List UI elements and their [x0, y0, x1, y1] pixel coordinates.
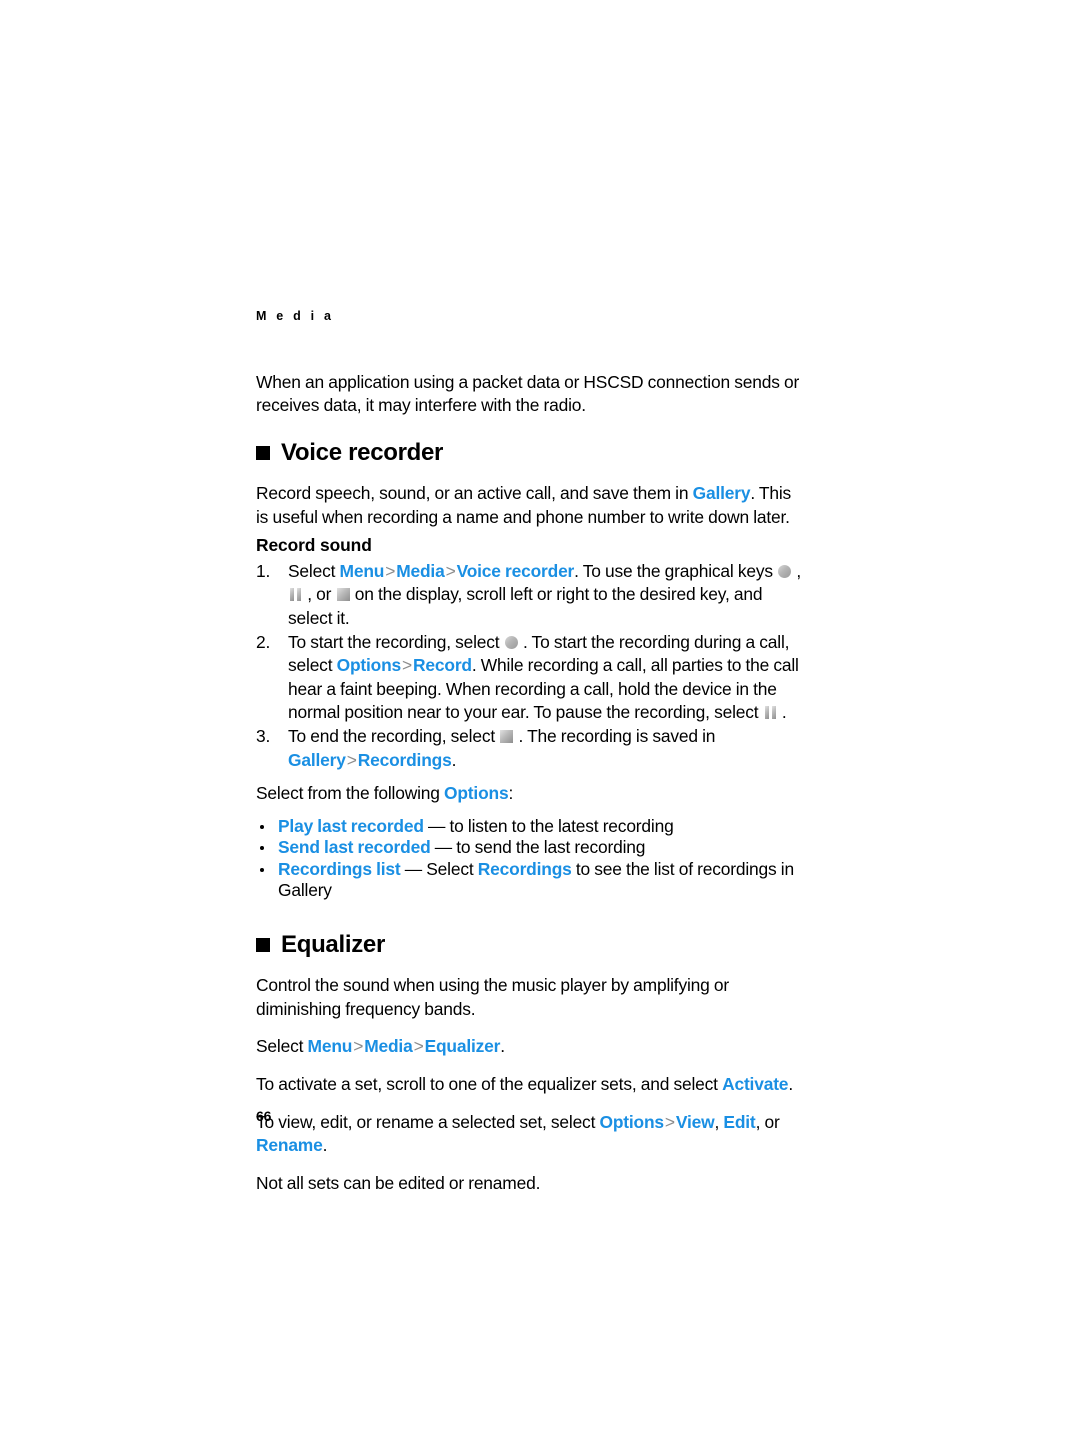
path-separator: > — [664, 1111, 675, 1132]
em-dash: — — [404, 858, 427, 879]
step-item: 1. Select Menu>Media>Voice recorder. To u… — [256, 560, 802, 631]
section-heading-equalizer: Equalizer — [256, 930, 802, 958]
text-fragment: Select from the following — [256, 783, 445, 804]
path-separator: > — [445, 560, 456, 581]
pause-icon — [764, 706, 777, 720]
list-item: Send last recorded — to send the last re… — [256, 837, 802, 859]
record-sound-steps: 1. Select Menu>Media>Voice recorder. To u… — [256, 560, 802, 772]
step-number: 3. — [256, 726, 271, 747]
text-fragment: Select — [426, 858, 478, 879]
option-label-play-last-recorded[interactable]: Play last recorded — [278, 816, 424, 836]
step-item: 3. To end the recording, select . The rec… — [256, 725, 802, 772]
text-fragment: , — [792, 560, 802, 581]
text-fragment: To end the recording, select — [288, 726, 500, 747]
text-fragment: To view, edit, or rename a selected set,… — [256, 1111, 600, 1132]
text-fragment: Select — [288, 560, 340, 581]
pause-icon — [289, 588, 302, 602]
list-item: Play last recorded — to listen to the la… — [256, 816, 802, 838]
text-fragment: To activate a set, scroll to one of the … — [256, 1073, 723, 1094]
equalizer-note: Not all sets can be edited or renamed. — [256, 1172, 541, 1193]
em-dash: — — [430, 837, 457, 858]
text-fragment: . — [777, 702, 787, 723]
text-fragment: . — [788, 1073, 793, 1094]
link-options[interactable]: Options — [337, 655, 402, 675]
option-label-send-last-recorded[interactable]: Send last recorded — [278, 837, 431, 857]
link-recordings[interactable]: Recordings — [358, 750, 452, 770]
record-icon — [504, 635, 518, 649]
section-title: Equalizer — [281, 930, 385, 958]
equalizer-select-path: Select Menu>Media>Equalizer. — [256, 1035, 802, 1059]
text-fragment: Select — [256, 1036, 308, 1057]
text-fragment: Record speech, sound, or an active call,… — [256, 483, 693, 504]
link-record[interactable]: Record — [413, 655, 472, 675]
stop-icon — [500, 730, 514, 744]
voice-recorder-intro: Record speech, sound, or an active call,… — [256, 482, 802, 529]
text-fragment: . — [451, 749, 457, 770]
option-description: to listen to the latest recording — [449, 815, 674, 836]
options-lead-in: Select from the following Options: — [256, 782, 802, 806]
link-options[interactable]: Options — [444, 783, 509, 803]
link-view[interactable]: View — [676, 1112, 715, 1132]
link-gallery[interactable]: Gallery — [693, 483, 751, 503]
square-bullet-icon — [256, 445, 270, 460]
text-fragment: . To use the graphical keys — [574, 560, 778, 581]
link-rename[interactable]: Rename — [256, 1135, 323, 1155]
step-number: 2. — [256, 631, 271, 652]
link-voice-recorder[interactable]: Voice recorder — [457, 561, 575, 581]
text-fragment: , or — [303, 584, 336, 605]
options-list: Play last recorded — to listen to the la… — [256, 816, 802, 902]
link-gallery[interactable]: Gallery — [288, 750, 346, 770]
link-edit[interactable]: Edit — [723, 1112, 755, 1132]
bullet-dot-icon — [260, 824, 264, 829]
path-separator: > — [385, 560, 396, 581]
text-fragment: To start the recording, select — [288, 631, 504, 652]
path-separator: > — [346, 749, 357, 770]
option-description: to send the last recording — [456, 837, 646, 858]
subheading-record-sound: Record sound — [256, 535, 372, 556]
record-icon — [778, 564, 792, 578]
running-header: M e d i a — [256, 309, 335, 323]
section-heading-voice-recorder: Voice recorder — [256, 438, 802, 466]
page-number: 66 — [256, 1108, 272, 1124]
bullet-dot-icon — [260, 867, 264, 872]
path-separator: > — [402, 655, 413, 676]
equalizer-view-edit-instruction: To view, edit, or rename a selected set,… — [256, 1111, 802, 1158]
em-dash: — — [423, 815, 450, 836]
link-equalizer[interactable]: Equalizer — [425, 1036, 501, 1056]
link-options[interactable]: Options — [599, 1112, 664, 1132]
link-recordings[interactable]: Recordings — [478, 859, 572, 879]
equalizer-activate-instruction: To activate a set, scroll to one of the … — [256, 1073, 802, 1097]
step-number: 1. — [256, 560, 271, 581]
page-content: M e d i a When an application using a pa… — [256, 310, 802, 1195]
path-separator: > — [353, 1036, 364, 1057]
text-fragment: . — [322, 1135, 328, 1156]
link-media[interactable]: Media — [364, 1036, 413, 1056]
text-fragment: . The recording is saved in — [514, 726, 716, 747]
text-fragment: , or — [755, 1111, 780, 1132]
intro-paragraph: When an application using a packet data … — [256, 371, 800, 416]
stop-icon — [336, 588, 350, 602]
link-activate[interactable]: Activate — [722, 1074, 788, 1094]
path-separator: > — [413, 1036, 424, 1057]
text-fragment: . — [500, 1036, 505, 1057]
text-fragment: on the display, scroll left or right to … — [288, 584, 763, 629]
link-menu[interactable]: Menu — [340, 561, 385, 581]
link-menu[interactable]: Menu — [308, 1036, 353, 1056]
equalizer-intro: Control the sound when using the music p… — [256, 975, 730, 1019]
text-fragment: : — [508, 783, 514, 804]
square-bullet-icon — [256, 937, 270, 952]
section-title: Voice recorder — [281, 438, 444, 466]
step-item: 2. To start the recording, select . To st… — [256, 631, 802, 725]
link-media[interactable]: Media — [396, 561, 445, 581]
document-page: M e d i a When an application using a pa… — [0, 0, 1080, 1440]
option-label-recordings-list[interactable]: Recordings list — [278, 859, 405, 879]
list-item: Recordings list — Select Recordings to s… — [256, 859, 802, 902]
bullet-dot-icon — [260, 846, 264, 851]
